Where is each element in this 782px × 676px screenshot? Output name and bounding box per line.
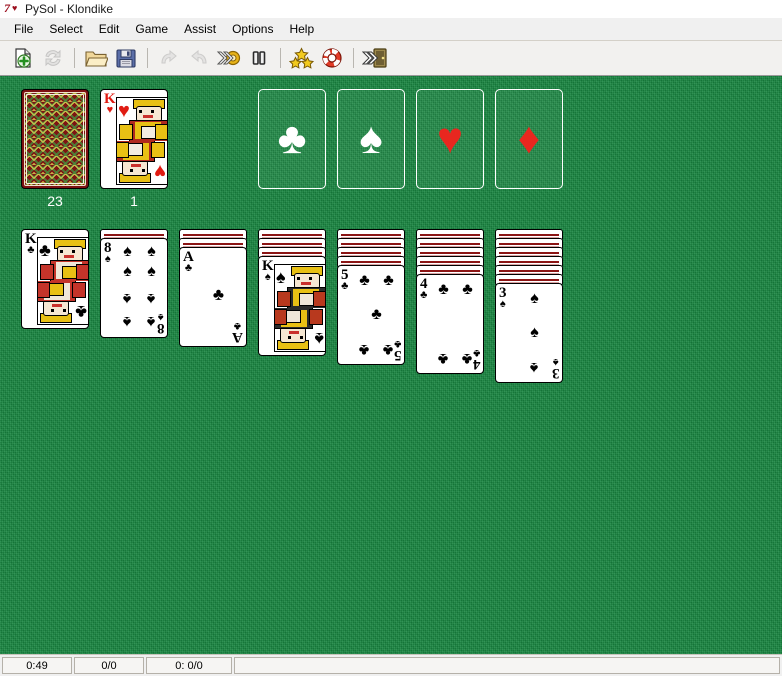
stock-pile[interactable] xyxy=(21,89,89,189)
heart-icon: ♥ xyxy=(436,114,464,163)
tableau-3-top-card[interactable]: A ♣ A ♣ ♣ xyxy=(179,247,247,347)
menu-help[interactable]: Help xyxy=(281,20,322,39)
save-button[interactable] xyxy=(111,44,141,72)
card-corner-index: K♣ xyxy=(25,231,37,256)
help-button[interactable] xyxy=(317,44,347,72)
club-icon: ♣ xyxy=(277,114,307,163)
card-back-pattern xyxy=(24,92,86,186)
card-corner-index: 3 ♠ xyxy=(499,285,507,310)
menu-bar: File Select Edit Game Assist Options Hel… xyxy=(0,18,782,41)
redo-button[interactable] xyxy=(184,44,214,72)
toolbar-separator-1 xyxy=(74,48,75,68)
card-corner-index: 8 ♠ xyxy=(104,240,112,265)
stock-count: 23 xyxy=(47,193,63,209)
status-time: 0:49 xyxy=(2,657,72,674)
menu-file[interactable]: File xyxy=(6,20,41,39)
menu-select[interactable]: Select xyxy=(41,20,90,39)
card-corner-index: K♠ xyxy=(262,258,274,283)
menu-assist[interactable]: Assist xyxy=(176,20,224,39)
toolbar-separator-3 xyxy=(280,48,281,68)
new-game-button[interactable] xyxy=(8,44,38,72)
quit-button[interactable] xyxy=(360,44,390,72)
card-corner-index: 4 ♣ xyxy=(420,276,428,301)
card-corner-index: K♥ xyxy=(104,91,116,116)
court-art-king-clubs: ♣ ♣ xyxy=(37,237,89,325)
open-button[interactable] xyxy=(81,44,111,72)
restart-button[interactable] xyxy=(38,44,68,72)
pysol-seven-hearts-icon: 7 ♥ xyxy=(4,0,18,15)
foundation-diamonds[interactable]: ♦ xyxy=(495,89,563,189)
card-pips: ♠ ♠ ♠ ♠ ♠ ♠ ♠ ♠ xyxy=(123,242,156,330)
foundation-spades[interactable]: ♠ xyxy=(337,89,405,189)
tableau-2-top-card[interactable]: 8 ♠ 8 ♠ ♠ ♠ ♠ ♠ ♠ ♠ ♠ ♠ xyxy=(100,238,168,338)
tableau-4-top-card[interactable]: K♠ K♠ ♠ xyxy=(258,256,326,356)
menu-edit[interactable]: Edit xyxy=(91,20,128,39)
undo-button[interactable] xyxy=(154,44,184,72)
tableau-5-top-card[interactable]: 5 ♣ 5 ♣ ♣ ♣ ♣ ♣ ♣ xyxy=(337,265,405,365)
tableau-1-top-card[interactable]: K♣ K♣ ♣ xyxy=(21,229,89,329)
status-stats: 0: 0/0 xyxy=(146,657,232,674)
foundation-clubs[interactable]: ♣ xyxy=(258,89,326,189)
window-title: PySol - Klondike xyxy=(25,2,114,16)
toolbar-separator-4 xyxy=(353,48,354,68)
tableau-6-top-card[interactable]: 4 ♣ 4 ♣ ♣ ♣ ♣ ♣ xyxy=(416,274,484,374)
menu-options[interactable]: Options xyxy=(224,20,281,39)
status-bar: 0:49 0/0 0: 0/0 xyxy=(0,654,782,676)
autodrop-button[interactable] xyxy=(214,44,244,72)
status-message xyxy=(234,657,780,674)
court-art-king-spades: ♠ ♠ xyxy=(274,264,326,352)
title-bar: 7 ♥ PySol - Klondike xyxy=(0,0,782,18)
diamond-icon: ♦ xyxy=(517,114,541,163)
court-art-king-hearts: ♥ ♥ xyxy=(116,97,168,185)
waste-count: 1 xyxy=(130,193,138,209)
card-pips: ♠ ♠ ♠ xyxy=(530,289,539,376)
card-pips: ♣ ♣ ♣ ♣ xyxy=(438,280,473,367)
tableau-7-top-card[interactable]: 3 ♠ 3 ♠ ♠ ♠ ♠ xyxy=(495,283,563,383)
status-moves: 0/0 xyxy=(74,657,144,674)
toolbar xyxy=(0,41,782,76)
spade-icon: ♠ xyxy=(359,114,383,163)
card-pips: ♣ ♣ ♣ ♣ ♣ xyxy=(359,271,394,358)
card-pips: ♣ xyxy=(212,285,225,305)
pysol-window: 7 ♥ PySol - Klondike File Select Edit Gam… xyxy=(0,0,782,676)
card-corner-index: 5 ♣ xyxy=(341,267,349,292)
hint-button[interactable] xyxy=(287,44,317,72)
game-table[interactable]: 23 K♥ K♥ ♥ xyxy=(0,76,782,654)
pause-button[interactable] xyxy=(244,44,274,72)
waste-pile[interactable]: K♥ K♥ ♥ xyxy=(100,89,168,189)
toolbar-separator-2 xyxy=(147,48,148,68)
menu-game[interactable]: Game xyxy=(127,20,176,39)
foundation-hearts[interactable]: ♥ xyxy=(416,89,484,189)
